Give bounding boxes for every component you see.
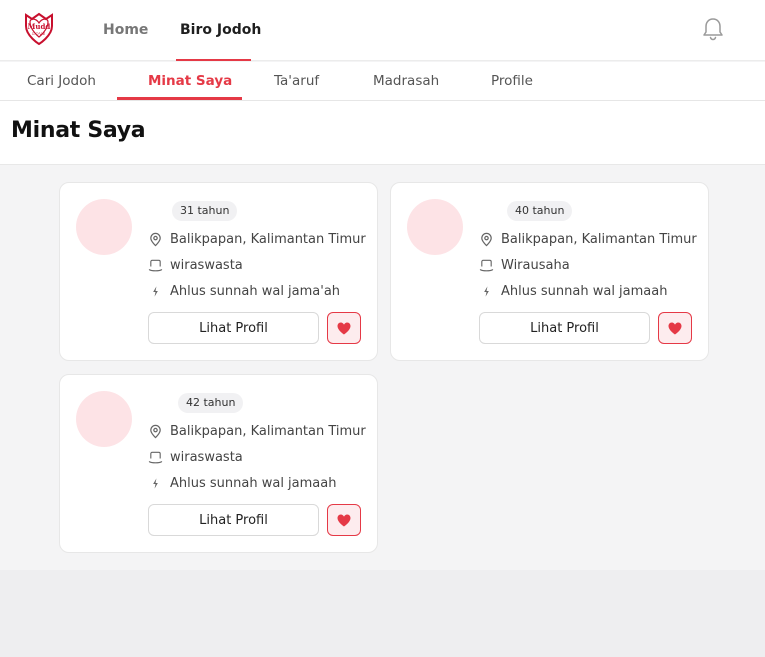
heart-icon xyxy=(668,322,682,334)
location-pin-icon xyxy=(150,424,161,438)
topnav-home[interactable]: Home xyxy=(103,22,148,38)
briefcase-icon xyxy=(148,451,163,463)
location-text: Balikpapan, Kalimantan Timur xyxy=(170,423,366,439)
app-logo[interactable]: Mudd LOVE xyxy=(22,12,56,46)
occupation-row: Wirausaha xyxy=(479,255,570,275)
location-row: Balikpapan, Kalimantan Timur xyxy=(148,229,366,249)
manhaj-row: Ahlus sunnah wal jamaah xyxy=(148,473,336,493)
like-button[interactable] xyxy=(327,504,361,536)
avatar[interactable] xyxy=(76,391,132,447)
age-badge: 42 tahun xyxy=(178,393,244,413)
briefcase-icon xyxy=(148,259,163,271)
avatar[interactable] xyxy=(76,199,132,255)
like-button[interactable] xyxy=(327,312,361,344)
view-profile-button[interactable]: Lihat Profil xyxy=(148,504,319,536)
view-profile-button[interactable]: Lihat Profil xyxy=(479,312,650,344)
manhaj-row: Ahlus sunnah wal jama'ah xyxy=(148,281,340,301)
location-text: Balikpapan, Kalimantan Timur xyxy=(170,231,366,247)
occupation-row: wiraswasta xyxy=(148,255,243,275)
profile-card: 42 tahun Balikpapan, Kalimantan Timur wi… xyxy=(59,374,378,553)
lightning-icon xyxy=(153,285,158,297)
manhaj-row: Ahlus sunnah wal jamaah xyxy=(479,281,667,301)
logo-subtext: LOVE xyxy=(32,31,46,36)
avatar[interactable] xyxy=(407,199,463,255)
lightning-icon xyxy=(484,285,489,297)
logo-text: Mudd xyxy=(27,22,51,31)
age-badge: 31 tahun xyxy=(172,201,238,221)
location-text: Balikpapan, Kalimantan Timur xyxy=(501,231,697,247)
location-row: Balikpapan, Kalimantan Timur xyxy=(148,421,366,441)
occupation-text: wiraswasta xyxy=(170,449,243,465)
age-badge: 40 tahun xyxy=(507,201,573,221)
top-navbar: Mudd LOVE Home Biro Jodoh xyxy=(0,0,765,61)
view-profile-button[interactable]: Lihat Profil xyxy=(148,312,319,344)
manhaj-text: Ahlus sunnah wal jamaah xyxy=(170,475,337,491)
occupation-text: wiraswasta xyxy=(170,257,243,273)
bell-icon xyxy=(703,18,723,41)
occupation-text: Wirausaha xyxy=(501,257,570,273)
like-button[interactable] xyxy=(658,312,692,344)
profile-card: 31 tahun Balikpapan, Kalimantan Timur wi… xyxy=(59,182,378,361)
notification-button[interactable] xyxy=(702,17,724,41)
location-row: Balikpapan, Kalimantan Timur xyxy=(479,229,697,249)
page-title: Minat Saya xyxy=(11,118,146,143)
topnav-active-indicator xyxy=(176,59,251,61)
location-pin-icon xyxy=(481,232,492,246)
briefcase-icon xyxy=(479,259,494,271)
topnav-biro-jodoh[interactable]: Biro Jodoh xyxy=(180,22,261,38)
tab-cari-jodoh[interactable]: Cari Jodoh xyxy=(27,73,96,89)
tab-profile[interactable]: Profile xyxy=(491,73,533,89)
tab-madrasah[interactable]: Madrasah xyxy=(373,73,439,89)
manhaj-text: Ahlus sunnah wal jama'ah xyxy=(170,283,341,299)
page-footer-area xyxy=(0,570,765,657)
page-header: Minat Saya xyxy=(0,101,765,165)
tab-bar: Cari Jodoh Minat Saya Ta'aruf Madrasah P… xyxy=(0,62,765,101)
interest-list: 31 tahun Balikpapan, Kalimantan Timur wi… xyxy=(0,166,765,570)
tab-minat-saya[interactable]: Minat Saya xyxy=(148,73,232,89)
profile-card: 40 tahun Balikpapan, Kalimantan Timur Wi… xyxy=(390,182,709,361)
manhaj-text: Ahlus sunnah wal jamaah xyxy=(501,283,668,299)
occupation-row: wiraswasta xyxy=(148,447,243,467)
lightning-icon xyxy=(153,477,158,489)
tab-taaruf[interactable]: Ta'aruf xyxy=(274,73,319,89)
heart-icon xyxy=(337,322,351,334)
heart-icon xyxy=(337,514,351,526)
tab-active-indicator xyxy=(117,97,242,100)
location-pin-icon xyxy=(150,232,161,246)
